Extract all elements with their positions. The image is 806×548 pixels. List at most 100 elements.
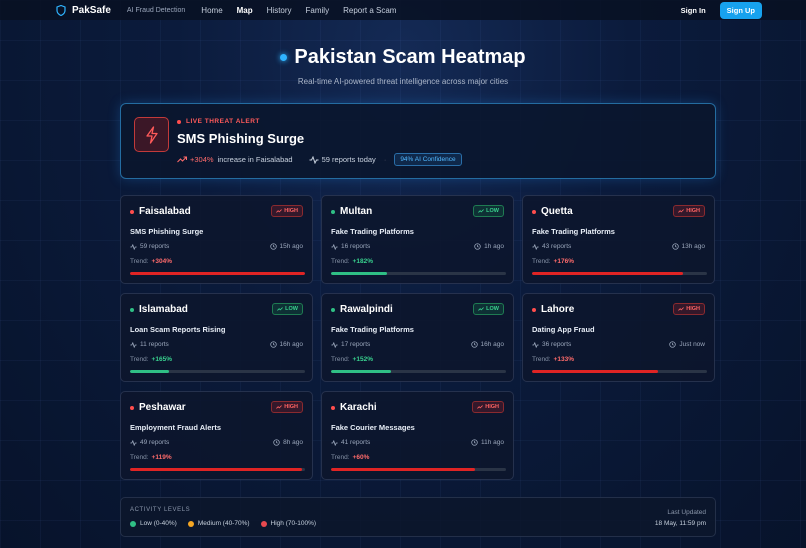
nav-link-report-scam[interactable]: Report a Scam: [343, 6, 396, 15]
trend-label: Trend:: [331, 356, 350, 363]
trend: Trend: +165%: [130, 356, 172, 363]
activity-bar-fill: [532, 370, 658, 373]
activity-bar-fill: [331, 370, 391, 373]
trend-value: +119%: [151, 454, 172, 461]
last-seen-text: Just now: [679, 341, 705, 348]
city-name: Multan: [331, 206, 372, 217]
nav-link-home[interactable]: Home: [201, 6, 222, 15]
sign-in-link[interactable]: Sign In: [681, 6, 706, 15]
city-card-quetta[interactable]: Quetta HIGH Fake Trading Platforms 43 re…: [522, 195, 715, 284]
last-seen-text: 1h ago: [484, 243, 504, 250]
report-count: 43 reports: [532, 243, 571, 250]
trend-label: Trend:: [532, 356, 551, 363]
activity-bar-fill: [130, 272, 305, 275]
legend-title: ACTIVITY LEVELS: [130, 507, 191, 513]
scam-type: Fake Trading Platforms: [331, 325, 414, 334]
activity-bar: [130, 272, 305, 275]
scam-type: SMS Phishing Surge: [130, 227, 204, 236]
level-badge-text: LOW: [486, 208, 499, 214]
level-dot-icon: [532, 209, 536, 214]
page-subtitle: Real-time AI-powered threat intelligence…: [297, 77, 509, 86]
last-seen: 16h ago: [269, 341, 303, 348]
scam-type: Fake Trading Platforms: [532, 227, 615, 236]
trending-up-icon: [478, 209, 485, 213]
activity-icon: [130, 341, 137, 348]
trend: Trend: +119%: [130, 454, 172, 461]
activity-bar-fill: [130, 468, 302, 471]
trend-value: +152%: [352, 356, 373, 363]
activity-bar-fill: [130, 370, 169, 373]
alert-meta: +304% increase in Faisalabad 59 reports …: [177, 153, 462, 166]
nav-link-history[interactable]: History: [267, 6, 292, 15]
city-card-multan[interactable]: Multan LOW Fake Trading Platforms 16 rep…: [321, 195, 514, 284]
activity-bar-fill: [532, 272, 683, 275]
trend-label: Trend:: [130, 258, 149, 265]
clock-icon: [470, 341, 478, 348]
last-seen-text: 16h ago: [480, 341, 505, 348]
city-card-peshawar[interactable]: Peshawar HIGH Employment Fraud Alerts 49…: [120, 391, 313, 480]
last-seen: 16h ago: [470, 341, 505, 348]
nav-link-map[interactable]: Map: [237, 6, 253, 15]
hero: Pakistan Scam Heatmap Real-time AI-power…: [0, 46, 806, 86]
level-dot-icon: [331, 405, 335, 410]
level-badge: HIGH: [472, 401, 504, 413]
last-seen-text: 13h ago: [681, 243, 706, 250]
clock-icon: [669, 341, 677, 348]
last-seen: 15h ago: [269, 243, 303, 250]
report-count: 16 reports: [331, 243, 370, 250]
trend: Trend: +176%: [532, 258, 574, 265]
activity-bar: [532, 370, 707, 373]
clock-icon: [273, 439, 280, 446]
city-card-lahore[interactable]: Lahore HIGH Dating App Fraud 36 reports …: [522, 293, 715, 382]
city-name-text: Islamabad: [139, 304, 188, 315]
trending-up-icon: [678, 209, 685, 213]
report-count-text: 43 reports: [542, 243, 572, 250]
activity-icon: [309, 155, 319, 164]
last-seen: 11h ago: [471, 439, 504, 446]
activity-icon: [130, 439, 137, 446]
last-seen: 8h ago: [273, 439, 303, 446]
city-card-faisalabad[interactable]: Faisalabad HIGH SMS Phishing Surge 59 re…: [120, 195, 313, 284]
city-card-rawalpindi[interactable]: Rawalpindi LOW Fake Trading Platforms 17…: [321, 293, 514, 382]
city-name: Rawalpindi: [331, 304, 393, 315]
report-count-text: 49 reports: [140, 439, 170, 446]
city-name: Quetta: [532, 206, 573, 217]
live-threat-alert[interactable]: LIVE THREAT ALERT SMS Phishing Surge +30…: [120, 103, 716, 179]
sign-up-button[interactable]: Sign Up: [719, 1, 762, 19]
legend-medium-text: Medium (40-70%): [197, 520, 250, 527]
report-count: 49 reports: [130, 439, 169, 446]
report-count-text: 11 reports: [140, 341, 169, 348]
activity-bar: [130, 370, 305, 373]
trending-up-icon: [277, 307, 284, 311]
city-card-islamabad[interactable]: Islamabad LOW Loan Scam Reports Rising 1…: [120, 293, 313, 382]
activity-icon: [130, 243, 137, 250]
shield-icon: [56, 4, 66, 16]
brand[interactable]: PakSafe AI Fraud Detection: [56, 4, 185, 16]
activity-bar: [532, 272, 707, 275]
level-badge: HIGH: [271, 205, 303, 217]
trending-up-icon: [276, 209, 283, 213]
level-badge: HIGH: [673, 303, 705, 315]
legend-low-text: Low (0-40%): [140, 520, 177, 527]
live-dot-icon: [280, 54, 288, 61]
trending-up-icon: [276, 405, 283, 409]
city-name: Karachi: [331, 402, 377, 413]
activity-icon: [532, 243, 539, 250]
nav-link-family[interactable]: Family: [306, 6, 330, 15]
level-badge-text: HIGH: [485, 404, 499, 410]
city-name-text: Quetta: [541, 206, 573, 217]
clock-icon: [269, 341, 277, 348]
last-seen-text: 8h ago: [283, 439, 303, 446]
trending-up-icon: [177, 156, 187, 163]
trend-value: +304%: [151, 258, 172, 265]
trend-value: +176%: [553, 258, 574, 265]
level-badge: HIGH: [673, 205, 705, 217]
trend: Trend: +133%: [532, 356, 574, 363]
trending-up-icon: [478, 307, 485, 311]
clock-icon: [471, 439, 478, 446]
activity-bar: [331, 468, 506, 471]
activity-bar-fill: [331, 468, 475, 471]
level-badge-text: LOW: [486, 306, 499, 312]
city-card-karachi[interactable]: Karachi HIGH Fake Courier Messages 41 re…: [321, 391, 514, 480]
level-badge-text: HIGH: [284, 208, 298, 214]
